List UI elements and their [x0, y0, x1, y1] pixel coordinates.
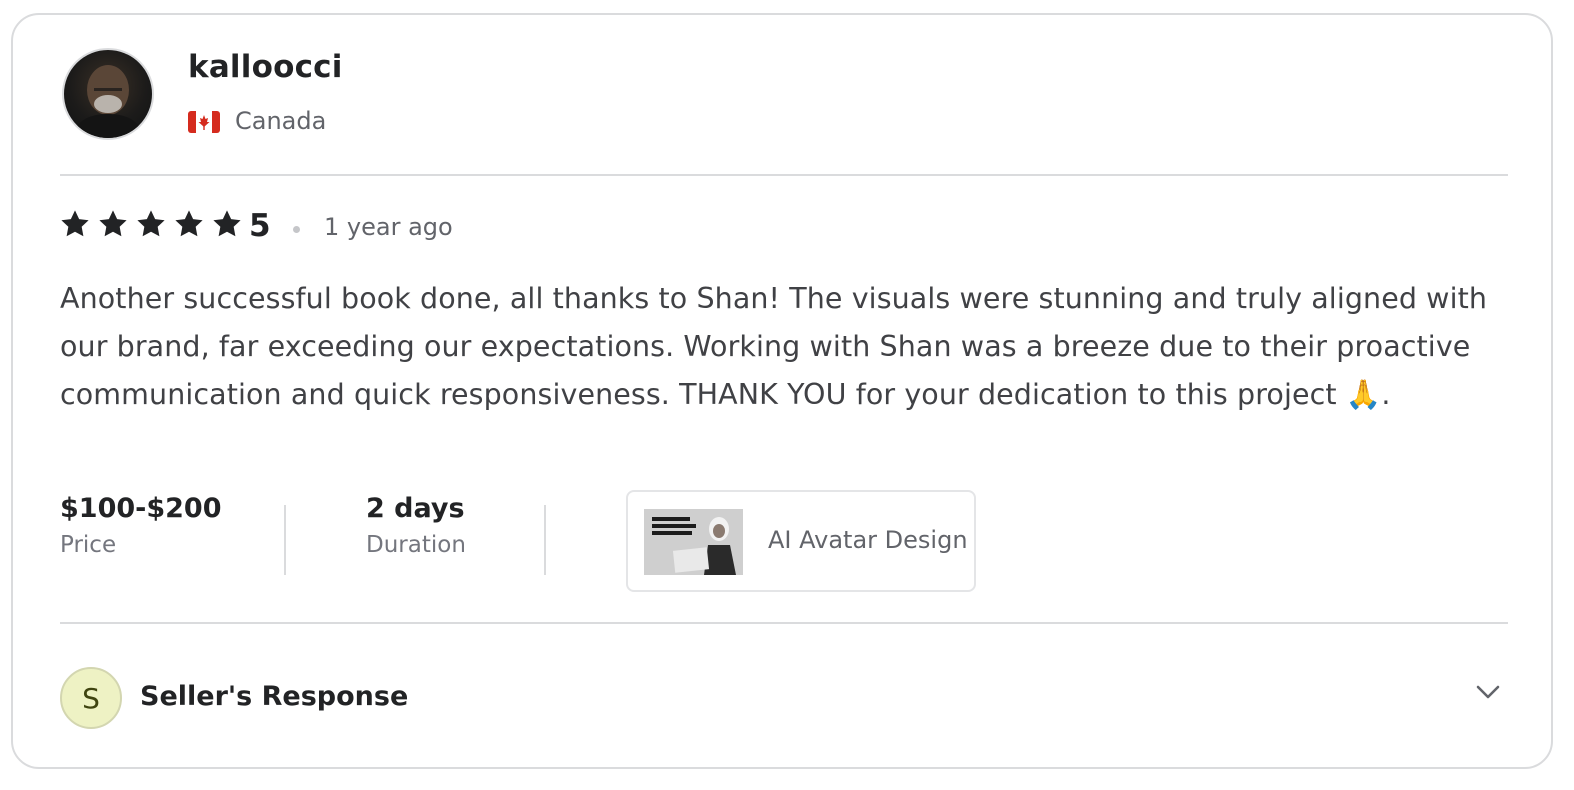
duration-value: 2 days [366, 493, 465, 524]
rating-value: 5 [249, 208, 271, 244]
reviewer-country: Canada [235, 107, 327, 135]
duration-label: Duration [366, 532, 466, 558]
header-divider [60, 174, 1508, 176]
duration-stat: 2 days Duration [366, 493, 466, 558]
star-rating [59, 208, 243, 240]
separator-dot [293, 226, 300, 233]
reviewer-username[interactable]: kalloocci [188, 49, 343, 85]
star-icon [135, 208, 167, 240]
reviewer-photo [72, 65, 144, 138]
price-stat: $100-$200 Price [60, 493, 222, 558]
review-time: 1 year ago [324, 213, 453, 241]
star-icon [173, 208, 205, 240]
review-card: kalloocci Canada 5 1 year ago Another su… [11, 13, 1553, 769]
stat-separator [544, 505, 546, 575]
reviewer-avatar[interactable] [62, 48, 154, 140]
gig-thumbnail [644, 509, 743, 575]
seller-response-title[interactable]: Seller's Response [140, 681, 408, 712]
star-icon [59, 208, 91, 240]
canada-flag-icon [188, 111, 220, 133]
gig-card[interactable]: AI Avatar Design [626, 490, 976, 592]
review-body: Another successful book done, all thanks… [60, 282, 1488, 411]
price-value: $100-$200 [60, 493, 222, 524]
gig-title: AI Avatar Design [768, 526, 968, 554]
star-icon [97, 208, 129, 240]
seller-avatar: S [60, 667, 122, 729]
chevron-down-icon[interactable] [1473, 677, 1503, 707]
star-icon [211, 208, 243, 240]
response-divider [60, 622, 1508, 624]
price-label: Price [60, 532, 117, 558]
stat-separator [284, 505, 286, 575]
